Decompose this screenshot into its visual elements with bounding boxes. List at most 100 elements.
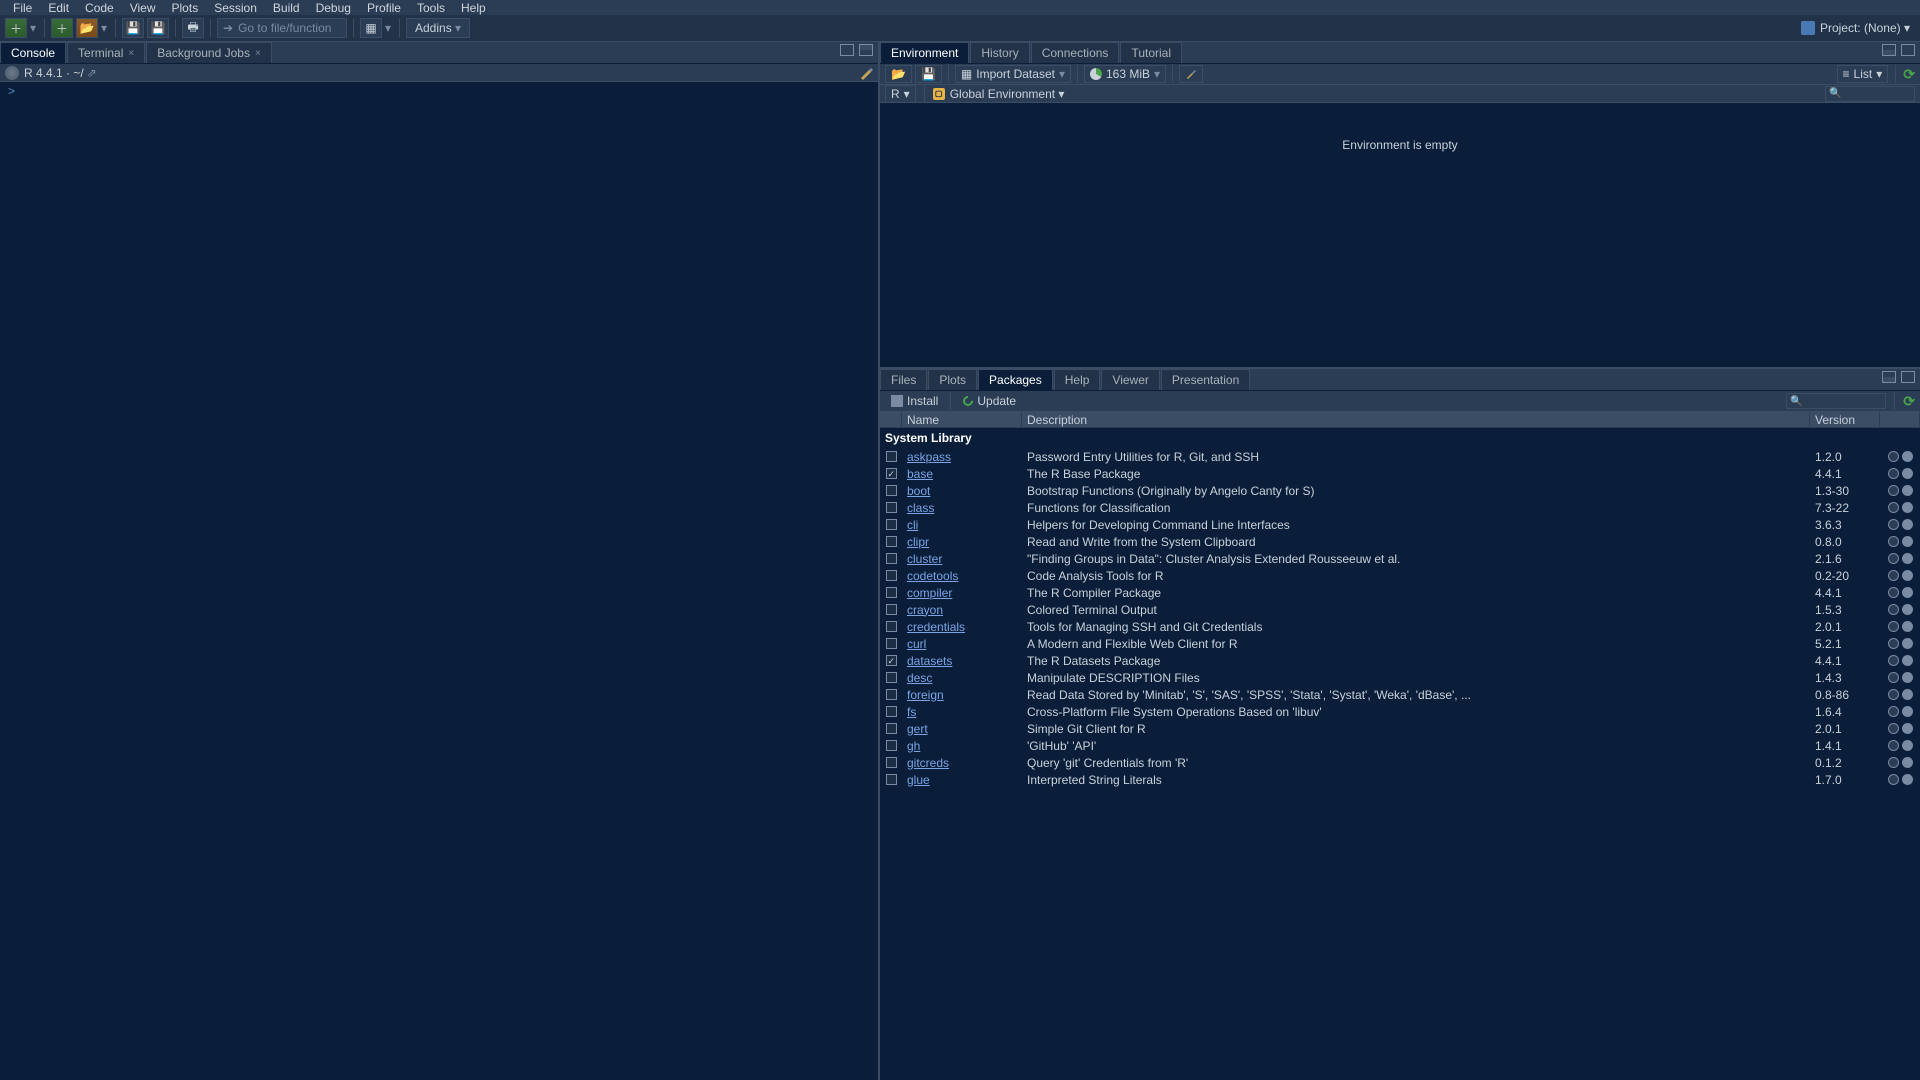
web-icon[interactable] bbox=[1888, 621, 1899, 632]
package-checkbox[interactable] bbox=[886, 655, 897, 666]
tab-plots[interactable]: Plots bbox=[928, 369, 977, 390]
env-search-input[interactable]: 🔍 bbox=[1825, 86, 1915, 102]
new-file-button[interactable]: ＋ bbox=[5, 18, 27, 38]
package-name-link[interactable]: compiler bbox=[902, 586, 1022, 600]
web-icon[interactable] bbox=[1888, 502, 1899, 513]
menu-edit[interactable]: Edit bbox=[40, 1, 77, 15]
remove-icon[interactable] bbox=[1902, 655, 1913, 666]
load-workspace-button[interactable]: 📂 bbox=[885, 65, 912, 83]
package-checkbox[interactable] bbox=[886, 672, 897, 683]
col-header-version[interactable]: Version bbox=[1810, 412, 1880, 427]
package-checkbox[interactable] bbox=[886, 502, 897, 513]
tab-background-jobs[interactable]: Background Jobs× bbox=[146, 42, 272, 63]
remove-icon[interactable] bbox=[1902, 672, 1913, 683]
maximize-icon[interactable] bbox=[1901, 371, 1915, 383]
remove-icon[interactable] bbox=[1902, 689, 1913, 700]
tab-help[interactable]: Help bbox=[1054, 369, 1101, 390]
goto-dir-icon[interactable]: ⇗ bbox=[87, 66, 97, 80]
close-icon[interactable]: × bbox=[255, 48, 261, 59]
remove-icon[interactable] bbox=[1902, 519, 1913, 530]
remove-icon[interactable] bbox=[1902, 587, 1913, 598]
tab-console[interactable]: Console bbox=[0, 42, 66, 63]
menu-plots[interactable]: Plots bbox=[164, 1, 207, 15]
remove-icon[interactable] bbox=[1902, 757, 1913, 768]
web-icon[interactable] bbox=[1888, 570, 1899, 581]
project-selector[interactable]: Project: (None) ▾ bbox=[1820, 21, 1910, 35]
open-file-button[interactable]: 📂 bbox=[76, 18, 98, 38]
package-checkbox[interactable] bbox=[886, 519, 897, 530]
package-checkbox[interactable] bbox=[886, 553, 897, 564]
package-name-link[interactable]: foreign bbox=[902, 688, 1022, 702]
working-dir-label[interactable]: ~/ bbox=[73, 66, 83, 80]
remove-icon[interactable] bbox=[1902, 502, 1913, 513]
refresh-icon[interactable]: ⟳ bbox=[1903, 66, 1915, 83]
package-checkbox[interactable] bbox=[886, 706, 897, 717]
package-checkbox[interactable] bbox=[886, 485, 897, 496]
memory-usage-button[interactable]: 163 MiB▾ bbox=[1084, 65, 1166, 83]
web-icon[interactable] bbox=[1888, 655, 1899, 666]
package-checkbox[interactable] bbox=[886, 774, 897, 785]
tab-packages[interactable]: Packages bbox=[978, 369, 1053, 390]
tab-presentation[interactable]: Presentation bbox=[1161, 369, 1250, 390]
package-name-link[interactable]: credentials bbox=[902, 620, 1022, 634]
remove-icon[interactable] bbox=[1902, 706, 1913, 717]
tab-connections[interactable]: Connections bbox=[1031, 42, 1120, 63]
package-name-link[interactable]: cluster bbox=[902, 552, 1022, 566]
remove-icon[interactable] bbox=[1902, 723, 1913, 734]
remove-icon[interactable] bbox=[1902, 468, 1913, 479]
refresh-packages-icon[interactable]: ⟳ bbox=[1903, 393, 1915, 410]
web-icon[interactable] bbox=[1888, 723, 1899, 734]
web-icon[interactable] bbox=[1888, 519, 1899, 530]
remove-icon[interactable] bbox=[1902, 536, 1913, 547]
save-workspace-button[interactable]: 💾 bbox=[915, 65, 942, 83]
package-name-link[interactable]: boot bbox=[902, 484, 1022, 498]
web-icon[interactable] bbox=[1888, 485, 1899, 496]
env-scope-selector[interactable]: Global Environment ▾ bbox=[950, 87, 1065, 101]
web-icon[interactable] bbox=[1888, 638, 1899, 649]
col-header-desc[interactable]: Description bbox=[1022, 412, 1810, 427]
goto-file-input[interactable]: ➔ Go to file/function bbox=[217, 18, 347, 38]
package-checkbox[interactable] bbox=[886, 604, 897, 615]
menu-code[interactable]: Code bbox=[77, 1, 122, 15]
package-name-link[interactable]: clipr bbox=[902, 535, 1022, 549]
package-checkbox[interactable] bbox=[886, 587, 897, 598]
console-body[interactable]: > bbox=[0, 82, 878, 1080]
remove-icon[interactable] bbox=[1902, 740, 1913, 751]
remove-icon[interactable] bbox=[1902, 774, 1913, 785]
package-name-link[interactable]: glue bbox=[902, 773, 1022, 787]
package-name-link[interactable]: curl bbox=[902, 637, 1022, 651]
save-button[interactable]: 💾 bbox=[122, 18, 144, 38]
maximize-icon[interactable] bbox=[859, 44, 873, 56]
new-project-button[interactable]: ＋ bbox=[51, 18, 73, 38]
tab-viewer[interactable]: Viewer bbox=[1101, 369, 1159, 390]
package-checkbox[interactable] bbox=[886, 740, 897, 751]
remove-icon[interactable] bbox=[1902, 451, 1913, 462]
maximize-icon[interactable] bbox=[1901, 44, 1915, 56]
col-header-name[interactable]: Name bbox=[902, 412, 1022, 427]
list-view-button[interactable]: ≡ List ▾ bbox=[1837, 65, 1889, 83]
web-icon[interactable] bbox=[1888, 740, 1899, 751]
install-button[interactable]: Install bbox=[885, 392, 944, 410]
minimize-icon[interactable] bbox=[1882, 44, 1896, 56]
package-checkbox[interactable] bbox=[886, 468, 897, 479]
remove-icon[interactable] bbox=[1902, 638, 1913, 649]
minimize-icon[interactable] bbox=[840, 44, 854, 56]
tab-history[interactable]: History bbox=[970, 42, 1029, 63]
remove-icon[interactable] bbox=[1902, 553, 1913, 564]
language-selector[interactable]: R ▾ bbox=[885, 85, 916, 103]
web-icon[interactable] bbox=[1888, 536, 1899, 547]
web-icon[interactable] bbox=[1888, 774, 1899, 785]
menu-session[interactable]: Session bbox=[206, 1, 265, 15]
remove-icon[interactable] bbox=[1902, 621, 1913, 632]
web-icon[interactable] bbox=[1888, 468, 1899, 479]
remove-icon[interactable] bbox=[1902, 485, 1913, 496]
web-icon[interactable] bbox=[1888, 672, 1899, 683]
menu-file[interactable]: File bbox=[5, 1, 40, 15]
menubar[interactable]: FileEditCodeViewPlotsSessionBuildDebugPr… bbox=[0, 0, 1920, 15]
print-button[interactable]: 🖶 bbox=[182, 18, 204, 38]
package-name-link[interactable]: fs bbox=[902, 705, 1022, 719]
menu-help[interactable]: Help bbox=[453, 1, 494, 15]
web-icon[interactable] bbox=[1888, 604, 1899, 615]
package-checkbox[interactable] bbox=[886, 757, 897, 768]
grid-button[interactable]: ▦ bbox=[360, 18, 382, 38]
